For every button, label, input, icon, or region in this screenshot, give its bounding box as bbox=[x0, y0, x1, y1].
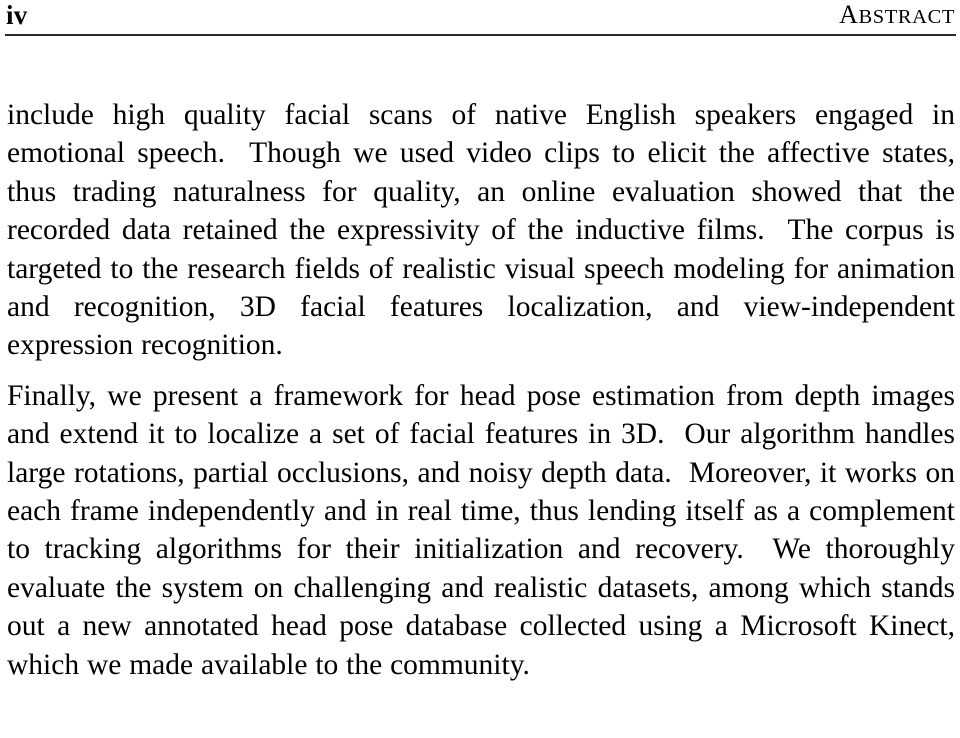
running-head-title: ABSTRACT bbox=[839, 0, 955, 32]
running-head-title-initial: A bbox=[839, 0, 859, 29]
abstract-paragraph-2: Finally, we present a framework for head… bbox=[7, 379, 956, 681]
abstract-paragraph-1: include high quality facial scans of nat… bbox=[7, 99, 956, 362]
sentence-space bbox=[765, 214, 788, 246]
running-head-rule bbox=[5, 34, 956, 36]
page-canvas: iv ABSTRACT include high quality facial … bbox=[0, 0, 960, 738]
sentence-space bbox=[225, 137, 249, 169]
sentence-space bbox=[664, 418, 684, 450]
running-head-title-smallcaps: BSTRACT bbox=[858, 6, 955, 28]
running-head: iv ABSTRACT bbox=[6, 0, 955, 36]
abstract-body: include high quality facial scans of nat… bbox=[7, 96, 955, 684]
sentence-space bbox=[744, 533, 773, 565]
sentence-space bbox=[672, 457, 689, 489]
page-folio-number: iv bbox=[6, 0, 28, 30]
